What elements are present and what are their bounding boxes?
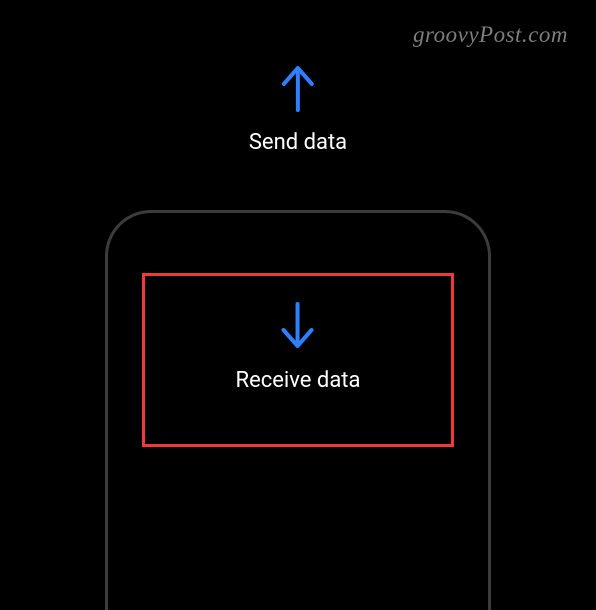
- receive-data-button[interactable]: Receive data: [236, 300, 361, 393]
- send-data-button[interactable]: Send data: [249, 62, 347, 155]
- arrow-down-icon: [274, 300, 322, 356]
- receive-data-label: Receive data: [236, 368, 361, 393]
- watermark-text: groovyPost.com: [413, 22, 568, 48]
- arrow-up-icon: [274, 62, 322, 118]
- send-data-label: Send data: [249, 130, 347, 155]
